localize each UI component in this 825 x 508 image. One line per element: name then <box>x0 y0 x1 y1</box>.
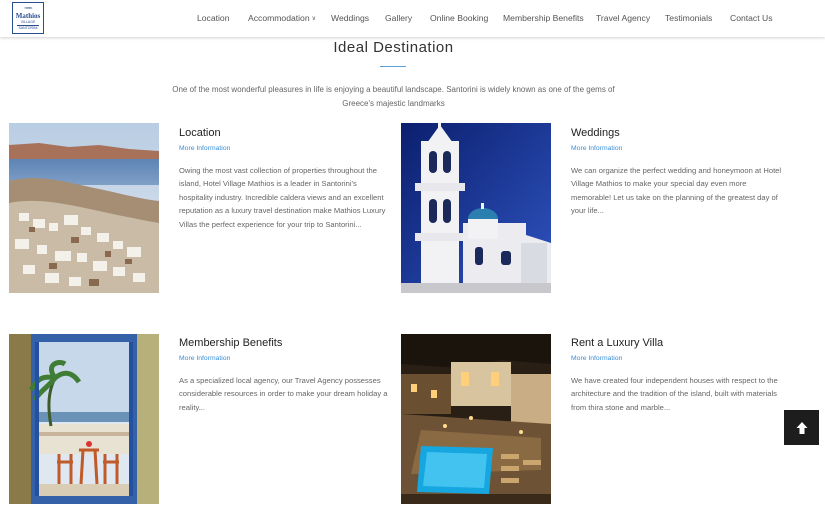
nav-label: Gallery <box>385 13 413 23</box>
chevron-down-icon: ∨ <box>311 16 317 22</box>
arrow-up-icon <box>796 421 807 434</box>
card-title-weddings: Weddings <box>571 127 620 139</box>
balcony-view-photo <box>9 334 159 504</box>
nav-item-weddings[interactable]: Weddings <box>331 13 369 23</box>
title-divider <box>380 66 406 67</box>
nav-item-accommodation[interactable]: Accommodation ∨ <box>248 13 316 23</box>
intro-text: One of the most wonderful pleasures in l… <box>172 85 615 108</box>
nav-label: Weddings <box>331 13 370 23</box>
nav-label: Location <box>197 13 230 23</box>
more-info-link-location[interactable]: More Information <box>179 145 230 152</box>
nav-item-location[interactable]: Location <box>197 13 230 23</box>
card-text-membership: As a specialized local agency, our Trave… <box>179 376 388 412</box>
villa-image[interactable] <box>401 334 551 504</box>
more-info-link-villa[interactable]: More Information <box>571 355 622 362</box>
logo-sub: VILLAGE <box>20 20 36 24</box>
nav-label: Membership Benefits <box>503 13 584 23</box>
site-header: ≈≈≈ Mathios VILLAGE SANTORINI Location A… <box>0 0 825 37</box>
card-text-location: Owing the most vast collection of proper… <box>179 166 386 229</box>
card-text-villa: We have created four independent houses … <box>571 376 778 412</box>
nav-label: Testimonials <box>665 13 713 23</box>
card-title-membership: Membership Benefits <box>179 337 283 349</box>
logo-brand: Mathios <box>15 12 41 20</box>
nav-item-gallery[interactable]: Gallery <box>385 13 412 23</box>
card-title-location: Location <box>179 127 221 139</box>
nav-label: Online Booking <box>430 13 489 23</box>
nav-item-travel-agency[interactable]: Travel Agency <box>596 13 650 23</box>
nav-label: Accommodation <box>248 13 310 23</box>
nav-label: Travel Agency <box>596 13 651 23</box>
location-image[interactable] <box>9 123 159 293</box>
nav-item-membership-benefits[interactable]: Membership Benefits <box>503 13 584 23</box>
card-title-villa: Rent a Luxury Villa <box>571 337 664 349</box>
nav-item-testimonials[interactable]: Testimonials <box>665 13 712 23</box>
section-title: Ideal Destination <box>333 39 454 56</box>
villa-pool-night-photo <box>401 334 551 504</box>
back-to-top-button[interactable] <box>784 410 819 445</box>
site-logo[interactable]: ≈≈≈ Mathios VILLAGE SANTORINI <box>12 2 44 34</box>
nav-label: Contact Us <box>730 13 773 23</box>
logo-place: SANTORINI <box>18 26 38 30</box>
white-church-photo <box>401 123 551 293</box>
weddings-image[interactable] <box>401 123 551 293</box>
more-info-link-membership[interactable]: More Information <box>179 355 230 362</box>
nav-item-online-booking[interactable]: Online Booking <box>430 13 488 23</box>
nav-item-contact-us[interactable]: Contact Us <box>730 13 773 23</box>
santorini-village-photo <box>9 123 159 293</box>
membership-image[interactable] <box>9 334 159 504</box>
more-info-link-weddings[interactable]: More Information <box>571 145 622 152</box>
card-text-weddings: We can organize the perfect wedding and … <box>571 166 782 216</box>
